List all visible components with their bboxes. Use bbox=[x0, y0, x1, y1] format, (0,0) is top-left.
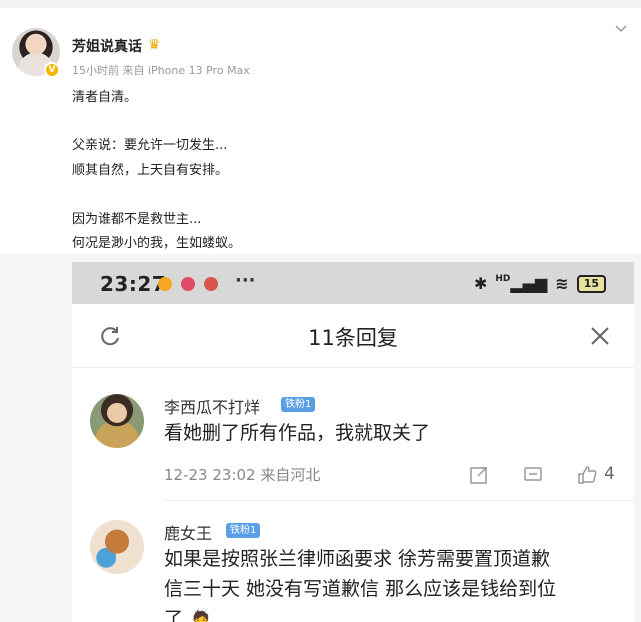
sheet-title: 11条回复 bbox=[308, 326, 398, 350]
comment-text: 了 🙇 bbox=[164, 608, 213, 622]
chevron-down-icon[interactable] bbox=[614, 22, 628, 36]
signal-label: HD bbox=[495, 274, 511, 284]
post-line: 何况是渺小的我，生如蝼蚁。 bbox=[72, 236, 242, 251]
post-source: 来自 iPhone 13 Pro Max bbox=[122, 64, 250, 77]
close-icon[interactable] bbox=[588, 324, 612, 348]
comment-item: 李西瓜不打烊 铁粉1 看她删了所有作品，我就取关了 12-23 23:02 来自… bbox=[72, 380, 634, 500]
status-more: ··· bbox=[235, 270, 256, 291]
like-count: 4 bbox=[604, 464, 615, 484]
comment-icon[interactable] bbox=[522, 464, 544, 486]
commenter-avatar[interactable] bbox=[90, 394, 144, 448]
commenter-name[interactable]: 鹿女王 bbox=[164, 520, 212, 544]
status-time: 23:27 bbox=[100, 272, 167, 296]
top-strip bbox=[0, 0, 641, 8]
fan-badge: 铁粉1 bbox=[281, 397, 316, 412]
comment-item: 鹿女王 铁粉1 如果是按照张兰律师函要求 徐芳需要置顶道歉 信三十天 她没有写道… bbox=[72, 508, 634, 622]
post-line: 父亲说：要允许一切发生... bbox=[72, 138, 228, 153]
commenter-avatar[interactable] bbox=[90, 520, 144, 574]
post-line: 因为谁都不是救世主... bbox=[72, 212, 202, 227]
signal-icon: HD▂▄▆ bbox=[495, 274, 548, 293]
author-name[interactable]: 芳姐说真话 bbox=[72, 36, 142, 56]
battery-icon: 15 bbox=[576, 274, 606, 293]
notification-icon bbox=[204, 277, 218, 291]
bluetooth-icon: ✱ bbox=[473, 274, 488, 293]
embedded-screenshot: 23:27 ··· ✱ HD▂▄▆ ≋ 15 11条回复 李西瓜不打烊 铁粉1 … bbox=[72, 262, 634, 622]
comment-time: 12-23 23:02 bbox=[164, 466, 256, 484]
commenter-name[interactable]: 李西瓜不打烊 bbox=[164, 394, 260, 418]
replies-sheet-header: 11条回复 bbox=[72, 304, 634, 368]
comment-text: 看她删了所有作品，我就取关了 bbox=[164, 422, 431, 444]
post-line: 顺其自然，上天自有安排。 bbox=[72, 163, 229, 178]
comment-meta: 12-23 23:02 来自河北 bbox=[164, 464, 320, 485]
notification-icon bbox=[158, 277, 172, 291]
comment-location: 来自河北 bbox=[260, 466, 321, 484]
comment-text: 如果是按照张兰律师函要求 徐芳需要置顶道歉 bbox=[164, 548, 551, 570]
like-icon[interactable] bbox=[576, 464, 598, 486]
notification-icon bbox=[181, 277, 195, 291]
status-bar: 23:27 ··· ✱ HD▂▄▆ ≋ 15 bbox=[72, 262, 634, 304]
post-time: 15小时前 bbox=[72, 64, 119, 77]
post-line: 清者自清。 bbox=[72, 90, 138, 105]
verified-badge-icon: V bbox=[44, 62, 60, 78]
comment-text: 信三十天 她没有写道歉信 那么应该是钱给到位 bbox=[164, 578, 557, 600]
fan-badge: 铁粉1 bbox=[226, 523, 261, 538]
status-right: ✱ HD▂▄▆ ≋ 15 bbox=[474, 274, 606, 293]
crown-icon: ♛ bbox=[148, 37, 161, 53]
wifi-icon: ≋ bbox=[555, 274, 569, 293]
weibo-post: V 芳姐说真话 ♛ 15小时前 来自 iPhone 13 Pro Max 清者自… bbox=[0, 0, 641, 254]
post-meta: 15小时前 来自 iPhone 13 Pro Max bbox=[72, 62, 250, 78]
divider bbox=[164, 500, 634, 501]
share-icon[interactable] bbox=[468, 464, 490, 486]
